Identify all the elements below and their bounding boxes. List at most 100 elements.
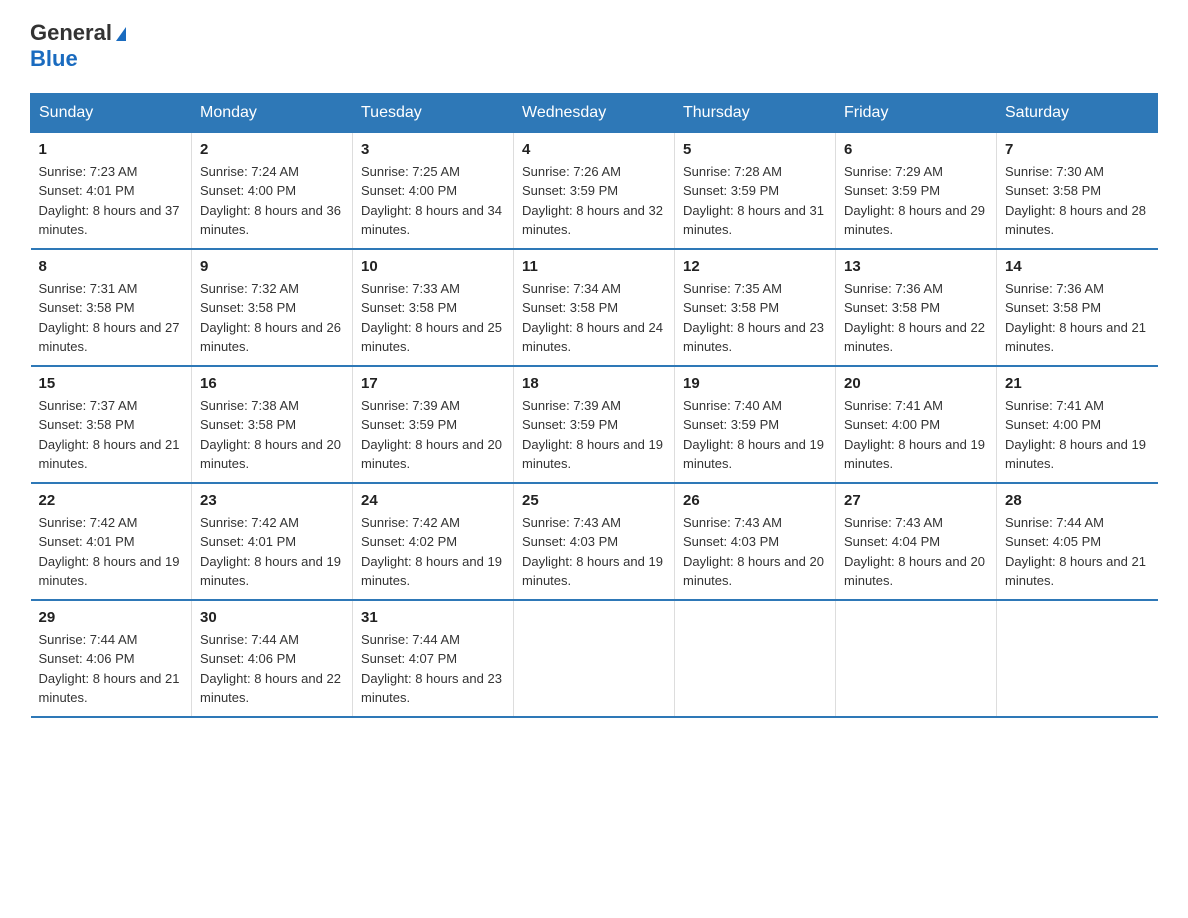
day-info: Sunrise: 7:28 AM Sunset: 3:59 PM Dayligh…	[683, 162, 827, 240]
day-info: Sunrise: 7:42 AM Sunset: 4:01 PM Dayligh…	[39, 513, 184, 591]
day-number: 15	[39, 375, 184, 392]
calendar-cell	[675, 600, 836, 717]
day-number: 3	[361, 141, 505, 158]
logo: General Blue	[30, 20, 126, 73]
logo-general-text: General	[30, 20, 112, 45]
calendar-cell: 7 Sunrise: 7:30 AM Sunset: 3:58 PM Dayli…	[997, 132, 1158, 249]
day-number: 20	[844, 375, 988, 392]
calendar-cell: 4 Sunrise: 7:26 AM Sunset: 3:59 PM Dayli…	[514, 132, 675, 249]
week-row-1: 1 Sunrise: 7:23 AM Sunset: 4:01 PM Dayli…	[31, 132, 1158, 249]
calendar-cell: 10 Sunrise: 7:33 AM Sunset: 3:58 PM Dayl…	[353, 249, 514, 366]
day-info: Sunrise: 7:44 AM Sunset: 4:06 PM Dayligh…	[200, 630, 344, 708]
calendar-cell: 23 Sunrise: 7:42 AM Sunset: 4:01 PM Dayl…	[192, 483, 353, 600]
weekday-header-friday: Friday	[836, 93, 997, 132]
calendar-cell: 22 Sunrise: 7:42 AM Sunset: 4:01 PM Dayl…	[31, 483, 192, 600]
calendar-cell	[514, 600, 675, 717]
day-info: Sunrise: 7:44 AM Sunset: 4:06 PM Dayligh…	[39, 630, 184, 708]
day-number: 25	[522, 492, 666, 509]
week-row-2: 8 Sunrise: 7:31 AM Sunset: 3:58 PM Dayli…	[31, 249, 1158, 366]
calendar-cell: 6 Sunrise: 7:29 AM Sunset: 3:59 PM Dayli…	[836, 132, 997, 249]
day-number: 16	[200, 375, 344, 392]
day-info: Sunrise: 7:38 AM Sunset: 3:58 PM Dayligh…	[200, 396, 344, 474]
day-number: 24	[361, 492, 505, 509]
day-info: Sunrise: 7:29 AM Sunset: 3:59 PM Dayligh…	[844, 162, 988, 240]
day-info: Sunrise: 7:42 AM Sunset: 4:01 PM Dayligh…	[200, 513, 344, 591]
calendar-cell: 21 Sunrise: 7:41 AM Sunset: 4:00 PM Dayl…	[997, 366, 1158, 483]
day-number: 19	[683, 375, 827, 392]
day-number: 11	[522, 258, 666, 275]
day-info: Sunrise: 7:33 AM Sunset: 3:58 PM Dayligh…	[361, 279, 505, 357]
day-number: 26	[683, 492, 827, 509]
calendar-cell: 26 Sunrise: 7:43 AM Sunset: 4:03 PM Dayl…	[675, 483, 836, 600]
week-row-5: 29 Sunrise: 7:44 AM Sunset: 4:06 PM Dayl…	[31, 600, 1158, 717]
calendar-cell	[836, 600, 997, 717]
day-info: Sunrise: 7:26 AM Sunset: 3:59 PM Dayligh…	[522, 162, 666, 240]
calendar-cell: 20 Sunrise: 7:41 AM Sunset: 4:00 PM Dayl…	[836, 366, 997, 483]
calendar-cell: 14 Sunrise: 7:36 AM Sunset: 3:58 PM Dayl…	[997, 249, 1158, 366]
logo-triangle-icon	[116, 27, 126, 41]
day-number: 21	[1005, 375, 1150, 392]
calendar-cell: 13 Sunrise: 7:36 AM Sunset: 3:58 PM Dayl…	[836, 249, 997, 366]
day-info: Sunrise: 7:36 AM Sunset: 3:58 PM Dayligh…	[844, 279, 988, 357]
calendar-cell: 2 Sunrise: 7:24 AM Sunset: 4:00 PM Dayli…	[192, 132, 353, 249]
day-number: 9	[200, 258, 344, 275]
weekday-header-monday: Monday	[192, 93, 353, 132]
day-number: 8	[39, 258, 184, 275]
calendar-cell: 15 Sunrise: 7:37 AM Sunset: 3:58 PM Dayl…	[31, 366, 192, 483]
day-info: Sunrise: 7:42 AM Sunset: 4:02 PM Dayligh…	[361, 513, 505, 591]
day-info: Sunrise: 7:30 AM Sunset: 3:58 PM Dayligh…	[1005, 162, 1150, 240]
day-info: Sunrise: 7:31 AM Sunset: 3:58 PM Dayligh…	[39, 279, 184, 357]
day-info: Sunrise: 7:32 AM Sunset: 3:58 PM Dayligh…	[200, 279, 344, 357]
calendar-cell: 17 Sunrise: 7:39 AM Sunset: 3:59 PM Dayl…	[353, 366, 514, 483]
weekday-header-saturday: Saturday	[997, 93, 1158, 132]
day-number: 6	[844, 141, 988, 158]
page-header: General Blue	[30, 20, 1158, 73]
day-number: 29	[39, 609, 184, 626]
calendar-cell	[997, 600, 1158, 717]
weekday-header-tuesday: Tuesday	[353, 93, 514, 132]
day-info: Sunrise: 7:37 AM Sunset: 3:58 PM Dayligh…	[39, 396, 184, 474]
day-info: Sunrise: 7:36 AM Sunset: 3:58 PM Dayligh…	[1005, 279, 1150, 357]
day-info: Sunrise: 7:43 AM Sunset: 4:04 PM Dayligh…	[844, 513, 988, 591]
calendar-cell: 16 Sunrise: 7:38 AM Sunset: 3:58 PM Dayl…	[192, 366, 353, 483]
day-info: Sunrise: 7:35 AM Sunset: 3:58 PM Dayligh…	[683, 279, 827, 357]
calendar-cell: 12 Sunrise: 7:35 AM Sunset: 3:58 PM Dayl…	[675, 249, 836, 366]
day-info: Sunrise: 7:41 AM Sunset: 4:00 PM Dayligh…	[1005, 396, 1150, 474]
weekday-header-sunday: Sunday	[31, 93, 192, 132]
calendar-table: SundayMondayTuesdayWednesdayThursdayFrid…	[30, 93, 1158, 718]
calendar-cell: 30 Sunrise: 7:44 AM Sunset: 4:06 PM Dayl…	[192, 600, 353, 717]
calendar-cell: 19 Sunrise: 7:40 AM Sunset: 3:59 PM Dayl…	[675, 366, 836, 483]
day-info: Sunrise: 7:24 AM Sunset: 4:00 PM Dayligh…	[200, 162, 344, 240]
day-info: Sunrise: 7:40 AM Sunset: 3:59 PM Dayligh…	[683, 396, 827, 474]
day-info: Sunrise: 7:41 AM Sunset: 4:00 PM Dayligh…	[844, 396, 988, 474]
day-info: Sunrise: 7:43 AM Sunset: 4:03 PM Dayligh…	[683, 513, 827, 591]
weekday-header-row: SundayMondayTuesdayWednesdayThursdayFrid…	[31, 93, 1158, 132]
day-info: Sunrise: 7:39 AM Sunset: 3:59 PM Dayligh…	[361, 396, 505, 474]
day-info: Sunrise: 7:44 AM Sunset: 4:07 PM Dayligh…	[361, 630, 505, 708]
week-row-4: 22 Sunrise: 7:42 AM Sunset: 4:01 PM Dayl…	[31, 483, 1158, 600]
day-number: 27	[844, 492, 988, 509]
calendar-cell: 29 Sunrise: 7:44 AM Sunset: 4:06 PM Dayl…	[31, 600, 192, 717]
day-number: 18	[522, 375, 666, 392]
calendar-cell: 31 Sunrise: 7:44 AM Sunset: 4:07 PM Dayl…	[353, 600, 514, 717]
day-number: 2	[200, 141, 344, 158]
day-info: Sunrise: 7:44 AM Sunset: 4:05 PM Dayligh…	[1005, 513, 1150, 591]
calendar-cell: 1 Sunrise: 7:23 AM Sunset: 4:01 PM Dayli…	[31, 132, 192, 249]
weekday-header-thursday: Thursday	[675, 93, 836, 132]
logo-blue-text: Blue	[30, 46, 126, 72]
calendar-cell: 28 Sunrise: 7:44 AM Sunset: 4:05 PM Dayl…	[997, 483, 1158, 600]
calendar-cell: 8 Sunrise: 7:31 AM Sunset: 3:58 PM Dayli…	[31, 249, 192, 366]
calendar-cell: 5 Sunrise: 7:28 AM Sunset: 3:59 PM Dayli…	[675, 132, 836, 249]
day-number: 28	[1005, 492, 1150, 509]
week-row-3: 15 Sunrise: 7:37 AM Sunset: 3:58 PM Dayl…	[31, 366, 1158, 483]
calendar-cell: 24 Sunrise: 7:42 AM Sunset: 4:02 PM Dayl…	[353, 483, 514, 600]
day-number: 4	[522, 141, 666, 158]
day-info: Sunrise: 7:43 AM Sunset: 4:03 PM Dayligh…	[522, 513, 666, 591]
day-number: 23	[200, 492, 344, 509]
day-number: 17	[361, 375, 505, 392]
day-number: 31	[361, 609, 505, 626]
day-info: Sunrise: 7:39 AM Sunset: 3:59 PM Dayligh…	[522, 396, 666, 474]
calendar-cell: 3 Sunrise: 7:25 AM Sunset: 4:00 PM Dayli…	[353, 132, 514, 249]
day-number: 1	[39, 141, 184, 158]
day-info: Sunrise: 7:23 AM Sunset: 4:01 PM Dayligh…	[39, 162, 184, 240]
